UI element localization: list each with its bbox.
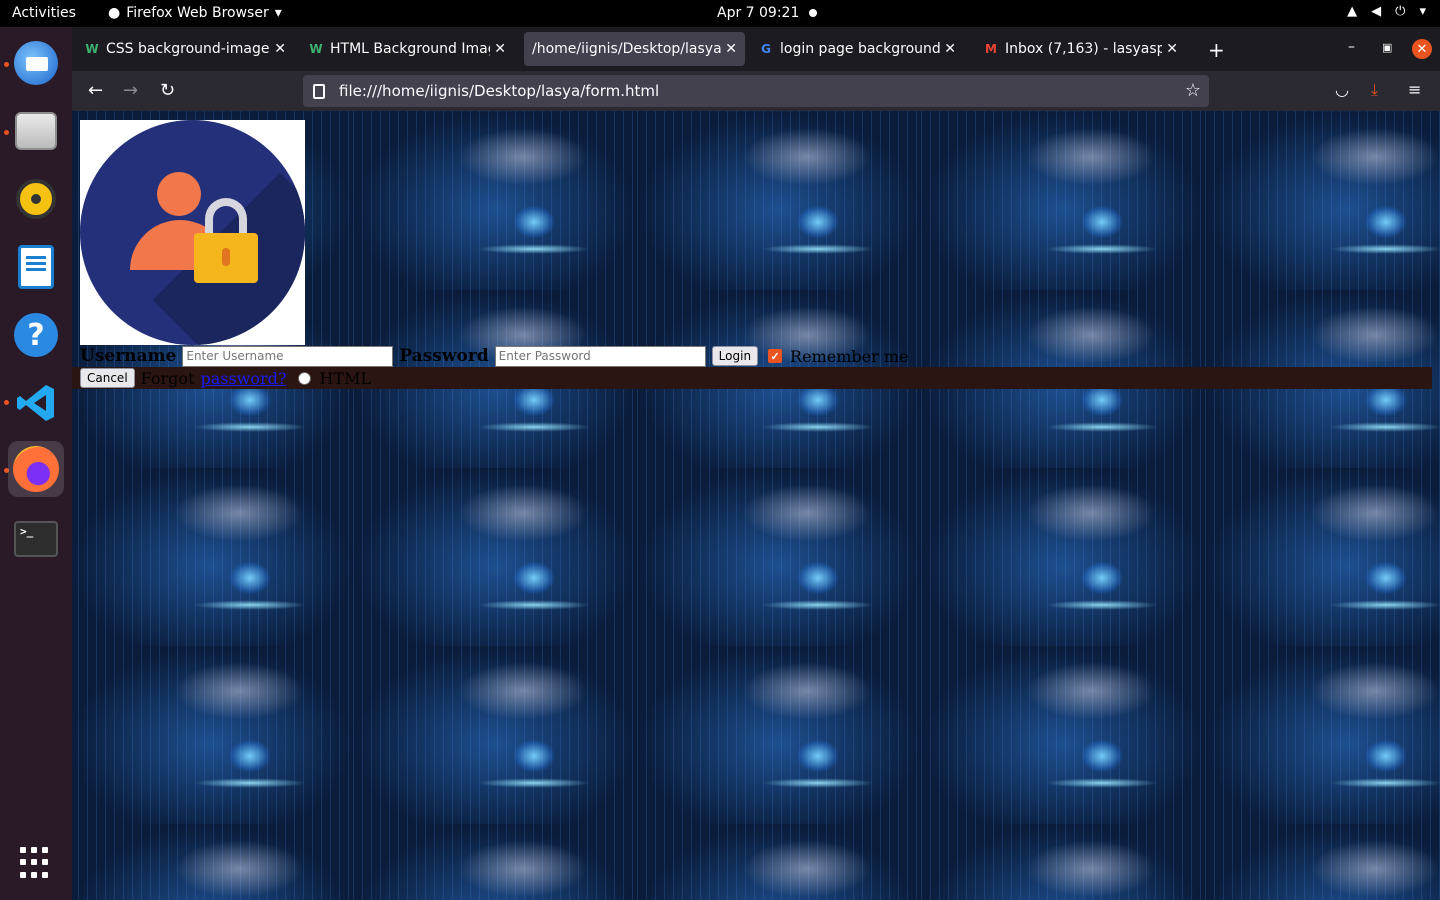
new-tab-button[interactable]: + <box>1208 38 1225 62</box>
password-label: Password <box>399 346 489 366</box>
terminal-launcher[interactable]: >_ <box>8 511 64 567</box>
power-icon: ⏻ <box>1395 4 1406 19</box>
minimize-button[interactable]: – <box>1348 39 1355 55</box>
close-icon[interactable]: ✕ <box>725 41 737 57</box>
firefox-icon <box>13 446 59 492</box>
password-input[interactable] <box>494 345 706 367</box>
forgot-password-link[interactable]: password? <box>200 369 286 388</box>
page-content: Username Password Login ✓ Remember me Ca… <box>72 111 1440 900</box>
chevron-down-icon: ▾ <box>1419 4 1426 19</box>
maximize-button[interactable]: ▣ <box>1382 41 1392 54</box>
cancel-button[interactable]: Cancel <box>80 368 135 388</box>
close-icon[interactable]: ✕ <box>1166 41 1178 57</box>
tab-title: CSS background-image pr <box>106 41 270 57</box>
nav-bar: ← → ↻ file:///home/iignis/Desktop/lasya/… <box>72 71 1440 111</box>
chevron-down-icon: ▾ <box>274 5 282 21</box>
back-button[interactable]: ← <box>88 80 103 101</box>
help-icon: ? <box>14 313 58 357</box>
avatar-circle <box>80 120 305 345</box>
page-icon <box>313 83 325 99</box>
url-text[interactable]: file:///home/iignis/Desktop/lasya/form.h… <box>339 82 659 100</box>
help-launcher[interactable]: ? <box>8 307 64 363</box>
username-input[interactable] <box>182 345 394 367</box>
forward-button[interactable]: → <box>123 80 138 101</box>
w3schools-icon: W <box>309 42 323 56</box>
rhythmbox-icon <box>16 179 56 219</box>
thunderbird-launcher[interactable] <box>8 35 64 91</box>
firefox-small-icon: ● <box>108 5 121 21</box>
tab-title: Inbox (7,163) - lasyaspace <box>1005 41 1163 57</box>
dock: ? >_ <box>0 27 72 900</box>
close-icon[interactable]: ✕ <box>274 41 286 57</box>
login-form-row-2: Cancel Forgot password? HTML <box>80 367 371 389</box>
download-icon[interactable]: ⤓ <box>1371 80 1378 100</box>
tab-title: login page background im <box>780 41 941 57</box>
reload-button[interactable]: ↻ <box>160 80 175 101</box>
show-apps-icon <box>20 847 52 879</box>
html-radio-label: HTML <box>319 368 372 388</box>
clock[interactable]: Apr 7 09:21 <box>717 5 799 21</box>
username-label: Username <box>80 346 177 366</box>
close-window-button[interactable]: ✕ <box>1412 39 1432 59</box>
tab-html-background[interactable]: W HTML Background Image ✕ <box>300 32 514 66</box>
pocket-icon[interactable]: ◡ <box>1335 80 1349 99</box>
system-tray[interactable]: ▲ ◀ ⏻ ▾ <box>1347 4 1426 19</box>
url-bar[interactable]: file:///home/iignis/Desktop/lasya/form.h… <box>303 75 1209 107</box>
close-icon[interactable]: ✕ <box>944 41 956 57</box>
top-bar: Activities ● Firefox Web Browser ▾ Apr 7… <box>0 0 1440 27</box>
google-icon: G <box>761 42 771 56</box>
tab-bar: W CSS background-image pr ✕ W HTML Backg… <box>72 27 1440 71</box>
menu-icon[interactable]: ≡ <box>1408 80 1421 99</box>
libreoffice-writer-icon <box>18 245 54 289</box>
vscode-icon <box>17 385 54 421</box>
html-radio[interactable] <box>298 371 312 385</box>
notification-dot <box>809 9 817 17</box>
app-menu[interactable]: ● Firefox Web Browser ▾ <box>108 5 282 21</box>
tab-title: /home/iignis/Desktop/lasya/ <box>532 41 722 57</box>
remember-label: Remember me <box>790 346 909 366</box>
firefox-launcher[interactable] <box>8 441 64 497</box>
tab-google-search[interactable]: G login page background im ✕ <box>750 32 964 66</box>
close-icon[interactable]: ✕ <box>494 41 506 57</box>
rhythmbox-launcher[interactable] <box>8 171 64 227</box>
w3schools-icon: W <box>85 42 99 56</box>
app-menu-label: Firefox Web Browser <box>126 5 269 21</box>
user-icon <box>157 172 201 216</box>
tab-css-background[interactable]: W CSS background-image pr ✕ <box>76 32 294 66</box>
tab-title: HTML Background Image <box>330 41 491 57</box>
tab-gmail-inbox[interactable]: M Inbox (7,163) - lasyaspace ✕ <box>975 32 1186 66</box>
login-avatar-image <box>80 120 305 345</box>
gmail-icon: M <box>985 42 997 56</box>
login-button[interactable]: Login <box>711 346 759 366</box>
login-form-row: Username Password Login ✓ Remember me <box>80 345 908 367</box>
vscode-launcher[interactable] <box>8 375 64 431</box>
volume-icon: ◀ <box>1371 4 1382 19</box>
terminal-icon: >_ <box>14 521 58 557</box>
files-icon <box>15 112 57 150</box>
network-icon: ▲ <box>1347 4 1358 19</box>
forgot-text: Forgot <box>140 368 195 388</box>
show-apps-button[interactable] <box>8 835 64 891</box>
files-launcher[interactable] <box>8 103 64 159</box>
tab-form-html[interactable]: /home/iignis/Desktop/lasya/ ✕ <box>524 32 745 66</box>
activities-button[interactable]: Activities <box>12 5 76 21</box>
writer-launcher[interactable] <box>8 239 64 295</box>
remember-checkbox[interactable]: ✓ <box>768 349 783 363</box>
thunderbird-icon <box>14 41 58 85</box>
bookmark-star-icon[interactable]: ☆ <box>1185 80 1201 101</box>
